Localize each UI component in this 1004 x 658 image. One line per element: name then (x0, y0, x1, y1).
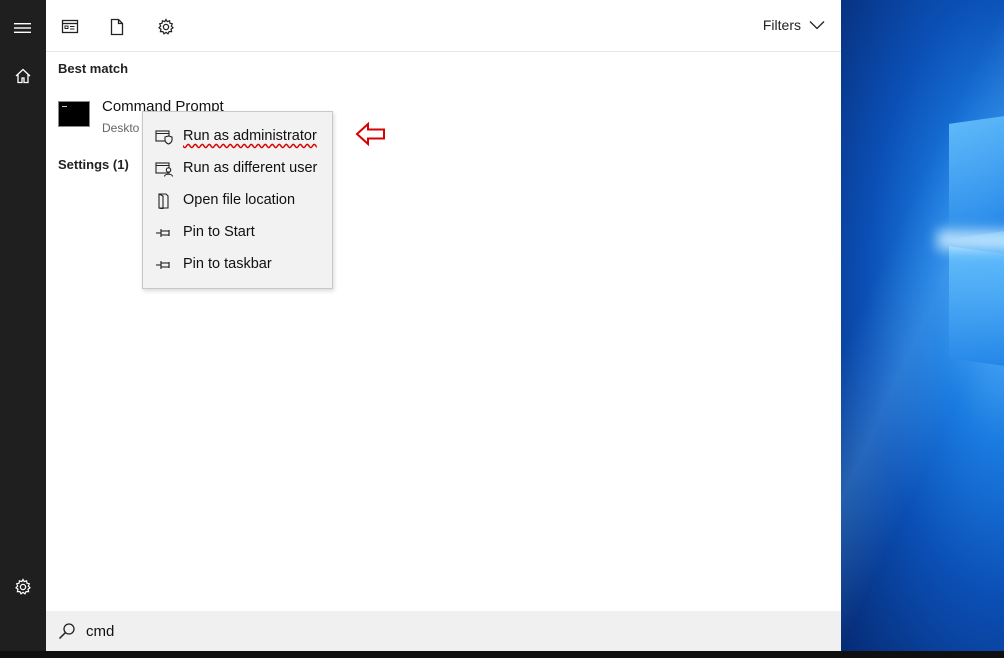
result-subtitle: Deskto (102, 121, 140, 135)
rail-settings-button[interactable] (0, 565, 46, 609)
red-arrow-annotation-icon (355, 122, 385, 146)
menu-item-pin-to-taskbar[interactable]: Pin to taskbar (143, 249, 332, 281)
menu-item-label: Run as administrator (183, 128, 317, 144)
apps-icon (61, 19, 79, 34)
search-results-panel: Filters Best match Command Prompt Deskto… (46, 0, 841, 651)
menu-item-label: Pin to taskbar (183, 256, 272, 272)
hamburger-icon (14, 23, 31, 33)
settings-filter-button[interactable] (151, 12, 181, 42)
user-run-icon (155, 162, 173, 177)
wallpaper-window-pane-top (949, 116, 1004, 239)
menu-item-pin-to-start[interactable]: Pin to Start (143, 217, 332, 249)
search-input[interactable] (86, 619, 786, 643)
pin-icon (156, 229, 170, 237)
menu-item-run-as-different-user[interactable]: Run as different user (143, 153, 332, 185)
context-menu: Run as administrator Run as different us… (142, 111, 333, 289)
search-icon (58, 623, 75, 640)
menu-item-label: Pin to Start (183, 224, 255, 240)
pin-icon (156, 261, 170, 269)
document-icon (110, 18, 124, 36)
filters-label: Filters (762, 17, 801, 33)
search-toolbar: Filters (46, 0, 841, 52)
start-left-rail (0, 0, 46, 651)
documents-filter-button[interactable] (102, 12, 132, 42)
menu-item-label: Run as different user (183, 160, 318, 176)
settings-heading[interactable]: Settings (1) (58, 157, 129, 172)
filters-dropdown[interactable]: Filters (763, 17, 825, 33)
taskbar-edge (0, 651, 1004, 658)
apps-filter-button[interactable] (55, 12, 85, 42)
wallpaper-window-pane-bottom (949, 246, 1004, 366)
shield-run-icon (155, 130, 173, 145)
wallpaper-glow (937, 230, 1004, 250)
hamburger-menu-button[interactable] (0, 6, 46, 50)
gear-icon (15, 578, 31, 595)
file-location-icon (158, 193, 169, 209)
menu-item-open-file-location[interactable]: Open file location (143, 185, 332, 217)
settings-gear-icon (158, 18, 174, 35)
menu-item-run-as-administrator[interactable]: Run as administrator (143, 121, 332, 153)
menu-item-label: Open file location (183, 192, 296, 208)
desktop-wallpaper (841, 0, 1004, 651)
chevron-down-icon (809, 21, 825, 30)
search-bar (46, 611, 841, 651)
home-button[interactable] (0, 54, 46, 98)
best-match-heading: Best match (58, 61, 129, 76)
command-prompt-icon (58, 101, 90, 127)
home-icon (15, 68, 31, 84)
